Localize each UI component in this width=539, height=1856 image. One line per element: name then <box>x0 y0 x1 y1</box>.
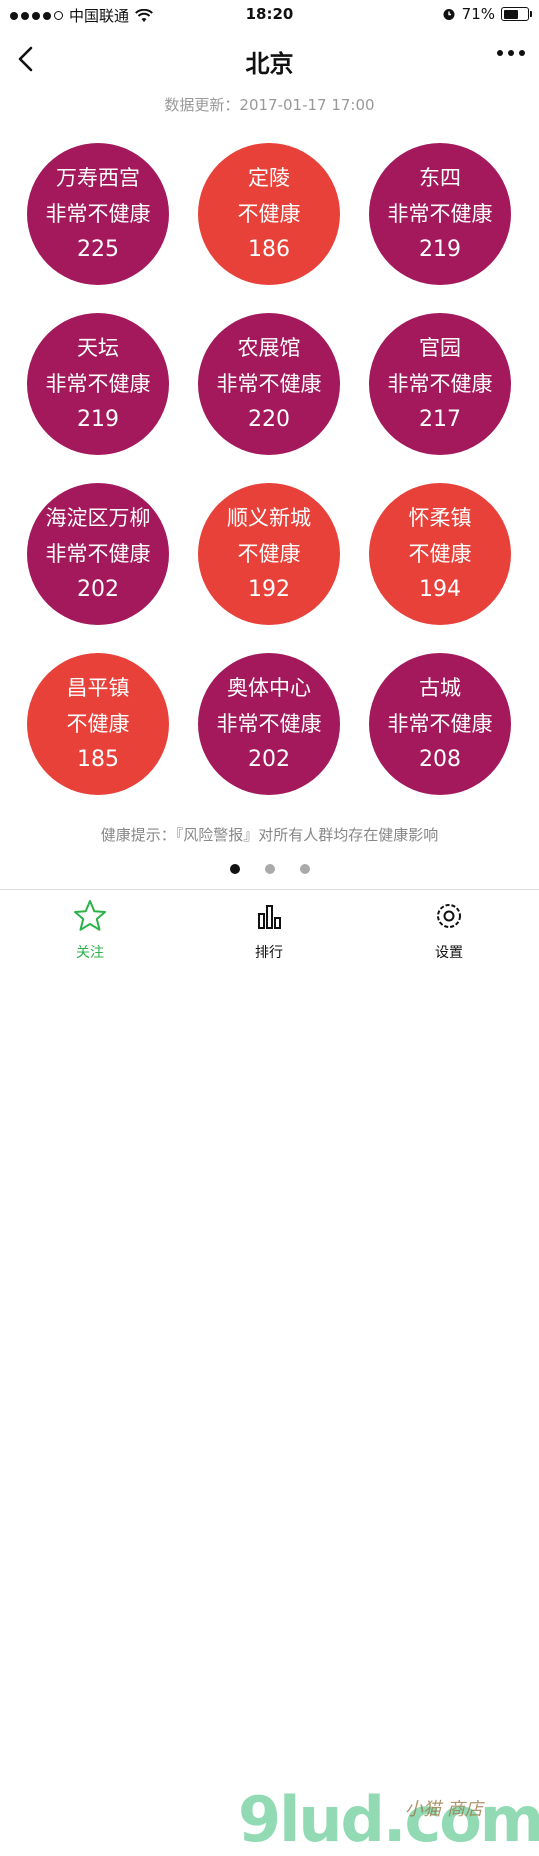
station-aqi-value: 217 <box>419 407 461 432</box>
station-aqi-value: 186 <box>248 237 290 262</box>
ranking-icon <box>258 905 281 929</box>
station-level: 非常不健康 <box>216 712 322 736</box>
tab-ranking[interactable]: 排行 <box>209 890 329 961</box>
station-name: 官园 <box>419 336 461 360</box>
station-name: 万寿西宫 <box>56 166 140 190</box>
station-circle[interactable]: 东四非常不健康 219 <box>369 143 511 285</box>
station-circle[interactable]: 顺义新城不健康 192 <box>198 483 340 625</box>
station-circle[interactable]: 古城非常不健康 208 <box>369 653 511 795</box>
page-indicator[interactable] <box>0 864 539 874</box>
settings-icon <box>437 904 461 928</box>
tab-follow-label: 关注 <box>76 945 104 961</box>
station-name: 定陵 <box>248 166 290 190</box>
station-level: 非常不健康 <box>387 372 493 396</box>
status-right: 71% <box>442 5 532 23</box>
back-chevron-icon[interactable] <box>12 44 42 74</box>
page-dot-1[interactable] <box>229 864 240 874</box>
station-circle[interactable]: 昌平镇不健康 185 <box>27 653 169 795</box>
station-aqi-value: 219 <box>419 237 461 262</box>
station-level: 非常不健康 <box>45 202 151 226</box>
health-tip: 健康提示：『风险警报』对所有人群均存在健康影响 <box>100 826 439 844</box>
station-level: 不健康 <box>66 712 130 736</box>
watermark-logo: 9lud.com <box>238 1783 539 1856</box>
alarm-clock-icon <box>443 9 455 20</box>
station-aqi-value: 202 <box>248 747 290 772</box>
status-bar: 中国联通 18:20 71% <box>0 0 539 30</box>
station-level: 不健康 <box>237 542 301 566</box>
station-name: 古城 <box>419 676 461 700</box>
station-aqi-value: 219 <box>77 407 119 432</box>
station-circle[interactable]: 万寿西宫非常不健康 225 <box>27 143 169 285</box>
watermark-subtext: 小猫 商店 <box>405 1799 483 1820</box>
station-circle[interactable]: 海淀区万柳非常不健康 202 <box>27 483 169 625</box>
station-circle[interactable]: 天坛非常不健康 219 <box>27 313 169 455</box>
station-level: 不健康 <box>408 542 472 566</box>
station-level: 非常不健康 <box>387 202 493 226</box>
battery-icon <box>501 7 532 21</box>
station-name: 海淀区万柳 <box>45 506 151 530</box>
station-name: 昌平镇 <box>66 676 130 700</box>
station-level: 非常不健康 <box>387 712 493 736</box>
station-aqi-value: 194 <box>419 577 461 602</box>
station-aqi-value: 225 <box>77 237 119 262</box>
station-circle[interactable]: 农展馆非常不健康 220 <box>198 313 340 455</box>
station-name: 顺义新城 <box>227 506 311 530</box>
tab-settings-label: 设置 <box>435 945 463 961</box>
update-time-text: 数据更新：2017-01-17 17:00 <box>164 96 375 114</box>
station-circle[interactable]: 官园非常不健康 217 <box>369 313 511 455</box>
station-aqi-value: 185 <box>77 747 119 772</box>
tab-follow[interactable]: 关注 <box>30 890 150 961</box>
station-name: 农展馆 <box>237 336 301 360</box>
station-name: 怀柔镇 <box>408 506 472 530</box>
more-dots-icon[interactable] <box>497 50 525 56</box>
page-title: 北京 <box>245 50 294 78</box>
tab-settings[interactable]: 设置 <box>389 890 509 961</box>
station-circle[interactable]: 怀柔镇不健康 194 <box>369 483 511 625</box>
station-circle[interactable]: 定陵不健康 186 <box>198 143 340 285</box>
tab-ranking-label: 排行 <box>255 945 283 961</box>
station-aqi-value: 208 <box>419 747 461 772</box>
star-icon <box>74 900 106 931</box>
station-aqi-value: 192 <box>248 577 290 602</box>
station-level: 非常不健康 <box>216 372 322 396</box>
tab-bar: 关注 排行 设置 9lud.com 小猫 商店 <box>0 889 539 1856</box>
navigation-bar: 北京 <box>0 36 539 86</box>
station-level: 非常不健康 <box>45 542 151 566</box>
station-name: 天坛 <box>77 336 119 360</box>
station-name: 东四 <box>419 166 461 190</box>
station-aqi-value: 202 <box>77 577 119 602</box>
page-dot-2[interactable] <box>264 864 275 874</box>
station-level: 不健康 <box>237 202 301 226</box>
station-circle[interactable]: 奥体中心非常不健康 202 <box>198 653 340 795</box>
station-level: 非常不健康 <box>45 372 151 396</box>
station-aqi-value: 220 <box>248 407 290 432</box>
battery-percent: 71% <box>461 5 495 23</box>
page-dot-3[interactable] <box>299 864 310 874</box>
station-name: 奥体中心 <box>227 676 311 700</box>
